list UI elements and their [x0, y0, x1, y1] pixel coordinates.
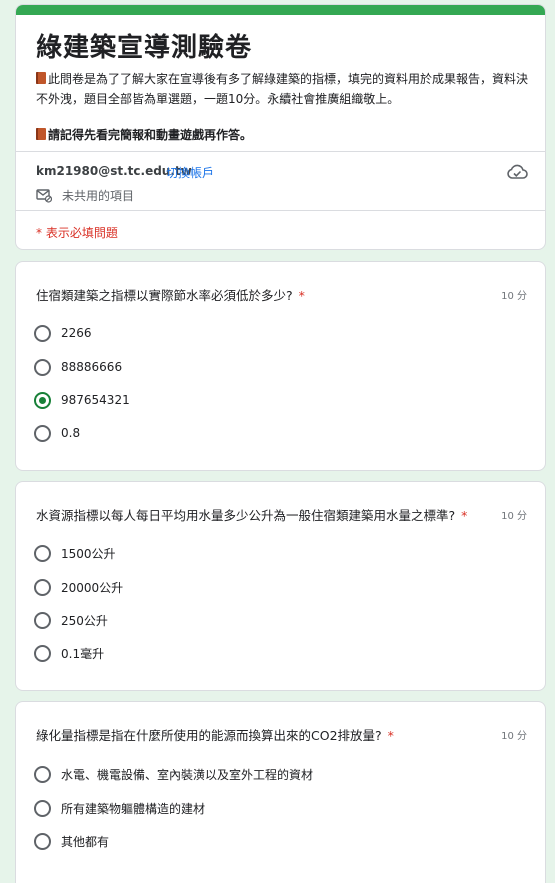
question-text-content: 水資源指標以每人每日平均用水量多少公升為一般住宿類建築用水量之標準? [36, 508, 456, 523]
radio-button[interactable] [34, 611, 51, 629]
option-88886666[interactable]: 88886666 [34, 355, 122, 379]
question-card: 住宿類建築之指標以實際節水率必須低於多少? * 10 分 2266 8888666… [15, 261, 546, 471]
option-label: 所有建築物軀體構造的建材 [61, 801, 206, 816]
form-description-text: 此問卷是為了了解大家在宣導後有多了解綠建築的指標，填完的資料用於成果報告，資料決… [36, 72, 529, 106]
option-label: 88886666 [61, 360, 123, 374]
option-label: 水電、機電設備、室內裝潢以及室外工程的資材 [61, 767, 314, 782]
option-label: 1500公升 [61, 546, 116, 561]
book-icon [36, 72, 46, 84]
option-label: 其他都有 [61, 834, 110, 849]
option-0-8[interactable]: 0.8 [34, 421, 80, 445]
radio-button-selected[interactable] [34, 391, 51, 409]
radio-button[interactable] [34, 358, 51, 376]
option-label: 0.8 [61, 426, 81, 440]
form-notice-text: 請記得先看完簡報和動畫遊戲再作答。 [48, 128, 253, 142]
option-20000[interactable]: 20000公升 [34, 575, 123, 599]
radio-button[interactable] [34, 578, 51, 596]
option-250[interactable]: 250公升 [34, 608, 108, 632]
header-divider-2 [16, 210, 545, 211]
option-structure[interactable]: 所有建築物軀體構造的建材 [34, 796, 205, 820]
question-points: 10 分 [501, 731, 527, 742]
radio-button[interactable] [34, 765, 51, 783]
question-card: 綠化量指標是指在什麼所使用的能源而換算出來的CO2排放量? * 10 分 水電、機… [15, 701, 546, 883]
cloud-check-icon[interactable] [506, 164, 528, 180]
header-accent-bar [16, 5, 545, 15]
option-label: 2266 [61, 326, 92, 340]
unshared-items-label: 未共用的項目 [62, 189, 135, 203]
option-label: 987654321 [61, 393, 130, 407]
option-987654321[interactable]: 987654321 [34, 388, 130, 412]
required-note: * 表示必填問題 [36, 226, 118, 240]
required-star: * [461, 508, 468, 523]
question-text: 住宿類建築之指標以實際節水率必須低於多少? * [36, 285, 496, 304]
radio-button[interactable] [34, 799, 51, 817]
book-icon [36, 128, 46, 140]
radio-button[interactable] [34, 644, 51, 662]
form-notice: 請記得先看完簡報和動畫遊戲再作答。 [36, 126, 252, 143]
required-star: * [387, 728, 394, 743]
option-label: 20000公升 [61, 580, 124, 595]
mail-icon [36, 189, 52, 203]
form-header-card: 綠建築宣導測驗卷 此問卷是為了了解大家在宣導後有多了解綠建築的指標，填完的資料用… [15, 4, 546, 250]
required-star: * [298, 288, 305, 303]
switch-account-link[interactable]: 切換帳戶 [166, 164, 214, 181]
option-materials[interactable]: 水電、機電設備、室內裝潢以及室外工程的資材 [34, 762, 313, 786]
question-text-content: 住宿類建築之指標以實際節水率必須低於多少? [36, 288, 293, 303]
question-text: 水資源指標以每人每日平均用水量多少公升為一般住宿類建築用水量之標準? * [36, 505, 496, 524]
form-title: 綠建築宣導測驗卷 [36, 33, 253, 63]
radio-button[interactable] [34, 544, 51, 562]
option-1500[interactable]: 1500公升 [34, 541, 116, 565]
question-points: 10 分 [501, 511, 527, 522]
radio-button[interactable] [34, 324, 51, 342]
question-points: 10 分 [501, 291, 527, 302]
option-all[interactable]: 其他都有 [34, 829, 109, 853]
radio-button[interactable] [34, 832, 51, 850]
header-divider [16, 151, 545, 152]
radio-button[interactable] [34, 424, 51, 442]
option-2266[interactable]: 2266 [34, 321, 92, 345]
question-text-content: 綠化量指標是指在什麼所使用的能源而換算出來的CO2排放量? [36, 728, 382, 743]
question-text: 綠化量指標是指在什麼所使用的能源而換算出來的CO2排放量? * [36, 725, 496, 744]
option-label: 0.1毫升 [61, 646, 105, 661]
option-0-1[interactable]: 0.1毫升 [34, 641, 104, 665]
question-card: 水資源指標以每人每日平均用水量多少公升為一般住宿類建築用水量之標準? * 10 分… [15, 481, 546, 691]
option-label: 250公升 [61, 613, 108, 628]
form-description: 此問卷是為了了解大家在宣導後有多了解綠建築的指標，填完的資料用於成果報告，資料決… [36, 69, 528, 109]
